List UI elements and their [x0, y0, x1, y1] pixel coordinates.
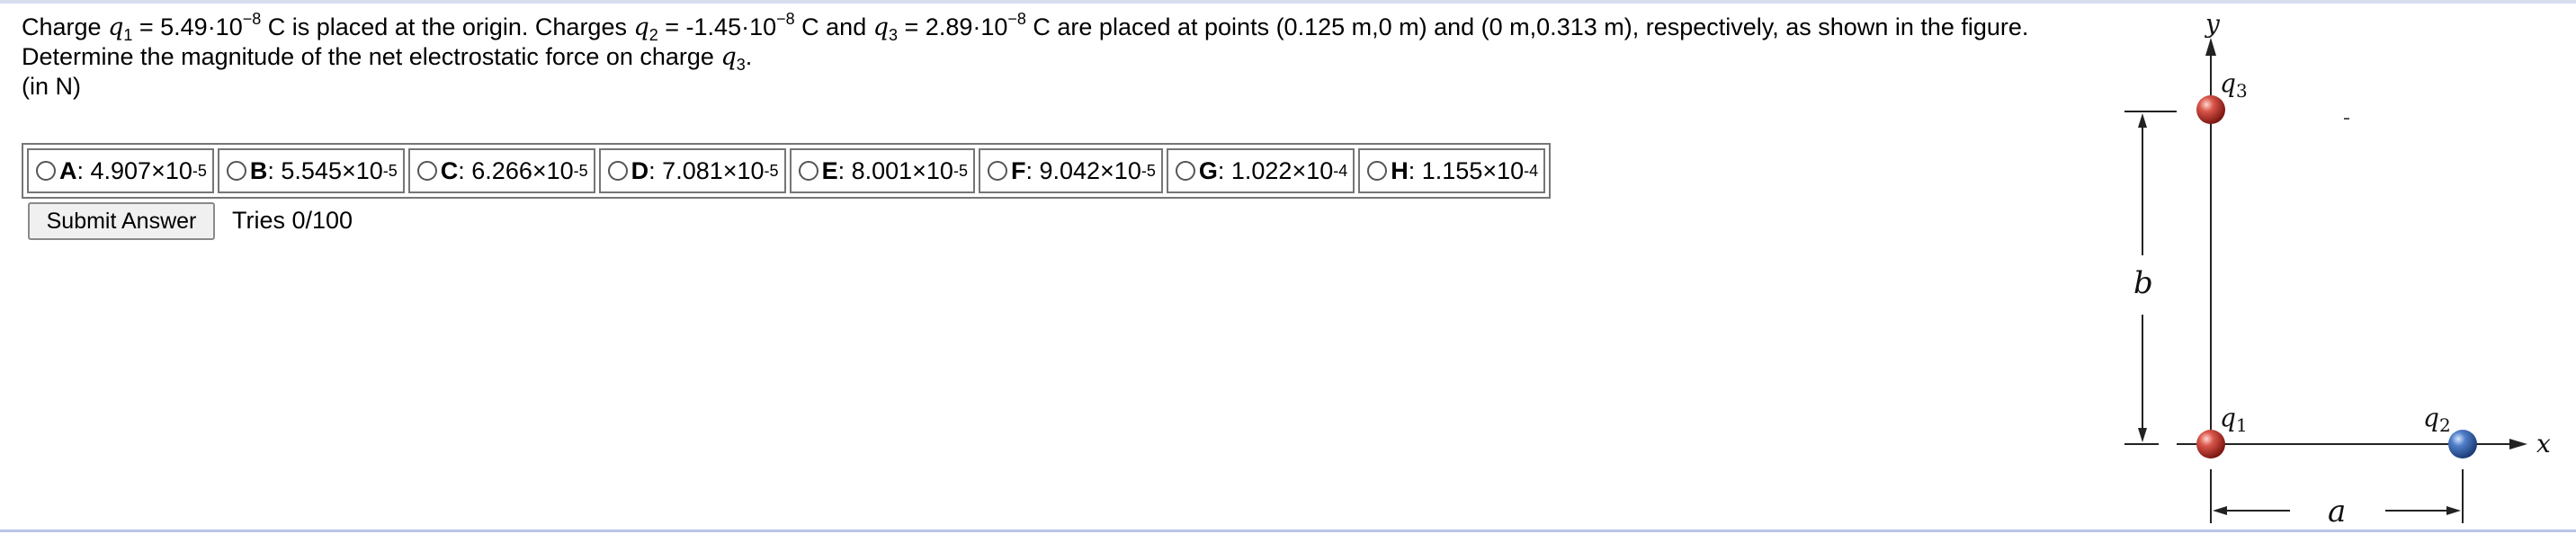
choice-value: : 1.155×10	[1408, 156, 1525, 184]
choice-c[interactable]: C: 6.266×10 -5	[407, 148, 595, 193]
choice-value: : 7.081×10	[648, 156, 765, 184]
a-arrowhead-right	[2446, 506, 2461, 515]
q1-charge	[2196, 430, 2225, 458]
q1-exponent: −8	[242, 10, 262, 28]
question-text: Charge q1 = 5.49·10−8 C is placed at the…	[22, 10, 2090, 102]
radio-icon[interactable]	[226, 161, 246, 181]
choice-letter: D	[631, 156, 649, 184]
target-symbol: q	[720, 43, 737, 71]
radio-icon[interactable]	[987, 161, 1007, 181]
radio-icon[interactable]	[798, 161, 818, 181]
choice-letter: G	[1198, 156, 1218, 184]
q3-charge	[2196, 95, 2225, 124]
choice-a[interactable]: A: 4.907×10 -5	[27, 148, 214, 193]
b-arrowhead-down	[2138, 428, 2147, 442]
choice-h[interactable]: H: 1.155×10 -4	[1358, 148, 1546, 193]
b-arrowhead-up	[2138, 113, 2147, 128]
q3-label: q3	[2220, 68, 2248, 102]
q3-symbol: q	[872, 13, 890, 41]
choice-value: : 8.001×10	[837, 156, 953, 184]
q3-exponent: −8	[1007, 10, 1026, 28]
choice-letter: C	[440, 156, 459, 184]
q1-symbol: q	[108, 13, 124, 41]
radio-icon[interactable]	[36, 161, 56, 181]
choice-d[interactable]: D: 7.081×10 -5	[598, 148, 786, 193]
q3-value: = 2.89·10	[898, 13, 1008, 40]
bottom-rule	[0, 530, 2576, 532]
choice-letter: H	[1391, 156, 1409, 184]
q2-label: q2	[2423, 403, 2451, 436]
q3-subscript: 3	[889, 26, 899, 44]
choice-letter: F	[1010, 156, 1026, 184]
q2-exponent: −8	[776, 10, 795, 28]
q2-value: = -1.45·10	[657, 13, 777, 40]
radio-icon[interactable]	[1175, 161, 1195, 181]
answer-choices: A: 4.907×10 -5 B: 5.545×10 -5 C: 6.266×10-…	[22, 143, 1552, 199]
y-axis-label: y	[2204, 9, 2221, 39]
choice-value: : 9.042×10	[1025, 156, 1141, 184]
choice-f[interactable]: F: 9.042×10 -5	[978, 148, 1163, 193]
target-subscript: 3	[736, 56, 746, 74]
charge-diagram: y x b a q3 q1 q2	[2124, 9, 2551, 530]
choice-letter: E	[821, 156, 838, 184]
choice-letter: B	[249, 156, 268, 184]
a-label: a	[2328, 494, 2346, 530]
choice-letter: A	[59, 156, 77, 184]
choice-b[interactable]: B: 5.545×10 -5	[217, 148, 405, 193]
q2-symbol: q	[633, 13, 649, 41]
b-label: b	[2133, 265, 2153, 301]
q1-subscript: 1	[123, 26, 133, 44]
question-segment: .	[745, 43, 753, 70]
a-arrowhead-left	[2213, 506, 2227, 515]
q1-label: q1	[2220, 403, 2248, 436]
question-segment: Charge	[22, 13, 109, 40]
radio-icon[interactable]	[607, 161, 628, 181]
submit-answer-button[interactable]: Submit Answer	[28, 202, 215, 240]
choice-value: : 4.907×10	[76, 156, 192, 184]
y-axis-arrowhead	[2205, 38, 2216, 56]
tries-counter: Tries 0/100	[232, 207, 353, 234]
choice-g[interactable]: G: 1.022×10 -4	[1166, 148, 1355, 193]
choice-value: : 1.022×10	[1217, 156, 1334, 184]
choice-value: : 6.266×10	[458, 156, 574, 184]
q2-subscript: 2	[648, 26, 658, 44]
radio-icon[interactable]	[416, 161, 437, 181]
q1-value: = 5.49·10	[132, 13, 243, 40]
units-note: (in N)	[22, 73, 81, 100]
choice-value: : 5.545×10	[267, 156, 383, 184]
q2-charge	[2448, 430, 2477, 458]
question-segment: C is placed at the origin. Charges	[261, 13, 634, 40]
radio-icon[interactable]	[1367, 161, 1388, 181]
x-axis-arrowhead	[2509, 439, 2527, 449]
question-segment: C and	[794, 13, 873, 40]
x-axis-label: x	[2536, 429, 2551, 458]
choice-e[interactable]: E: 8.001×10 -5	[789, 148, 975, 193]
